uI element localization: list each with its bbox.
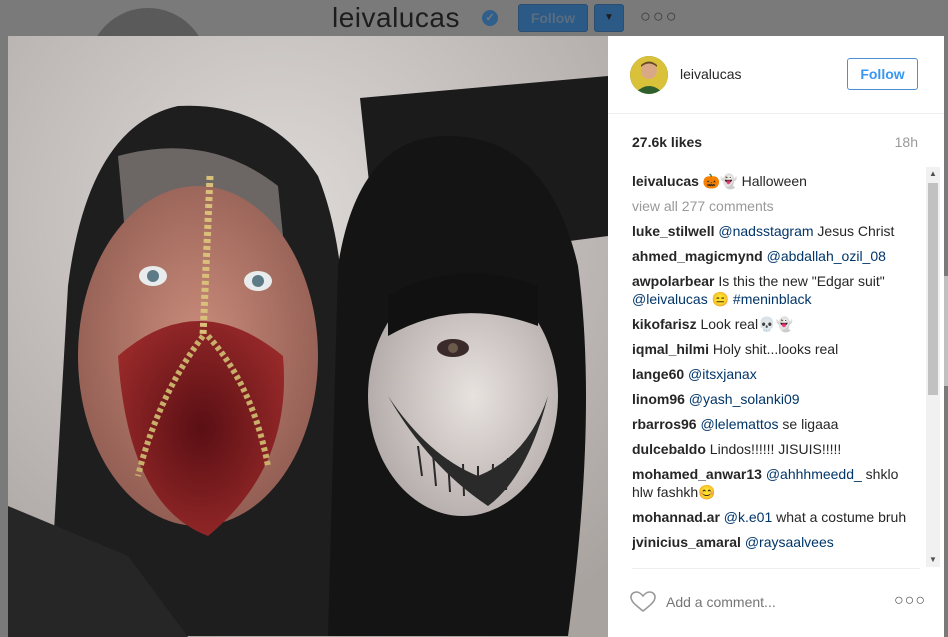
comment-user[interactable]: rbarros96 — [632, 416, 697, 432]
comment-text: Jesus Christ — [813, 223, 895, 239]
view-all-comments-link[interactable]: view all 277 comments — [632, 197, 922, 215]
comment-user[interactable]: lange60 — [632, 366, 684, 382]
comment-text: Look real💀👻 — [700, 316, 793, 332]
post-modal: leivalucas Follow 27.6k likes 18h leival… — [8, 36, 944, 637]
comment-text: Holy shit...looks real — [712, 341, 839, 357]
post-timestamp[interactable]: 18h — [895, 134, 918, 150]
comment-mention-link[interactable]: @yash_solanki09 — [689, 391, 800, 407]
caption-text: 🎃👻 Halloween — [702, 173, 807, 189]
comment-text: 😑 — [707, 291, 733, 307]
comment-user[interactable]: luke_stilwell — [632, 223, 714, 239]
comment-mention-link[interactable]: @leivalucas — [632, 291, 708, 307]
author-avatar[interactable] — [630, 56, 668, 94]
post-photo-image — [8, 36, 608, 637]
page-scrollbar[interactable] — [944, 36, 948, 637]
comment-user[interactable]: mohannad.ar — [632, 509, 720, 525]
comment-mention-link[interactable]: @abdallah_ozil_08 — [767, 248, 886, 264]
comment-user[interactable]: kikofarisz — [632, 316, 697, 332]
scroll-thumb[interactable] — [928, 183, 938, 395]
more-options-icon[interactable]: ○○○ — [894, 592, 926, 610]
comment-item: luke_stilwell @nadsstagram Jesus Christ — [632, 222, 922, 240]
comment-user[interactable]: dulcebaldo — [632, 441, 706, 457]
post-author-header: leivalucas Follow — [608, 36, 944, 114]
comments-scrollbar[interactable]: ▲ ▼ — [926, 167, 940, 567]
scroll-up-arrow-icon[interactable]: ▲ — [926, 167, 940, 181]
comments-list: leivalucas 🎃👻 Halloween view all 277 com… — [632, 172, 922, 567]
verified-badge-icon: ✓ — [482, 10, 498, 26]
post-photo[interactable] — [8, 36, 608, 637]
overlay-left-edge[interactable] — [0, 36, 8, 637]
comment-mention-link[interactable]: @lelemattos — [700, 416, 778, 432]
add-comment-input[interactable] — [666, 594, 876, 610]
comment-item: mohannad.ar @k.e01 what a costume bruh — [632, 508, 922, 526]
comment-text: Lindos!!!!!! JISUIS!!!!! — [709, 441, 842, 457]
comment-text: Is this the new "Edgar suit" — [718, 273, 885, 289]
comment-user[interactable]: iqmal_hilmi — [632, 341, 709, 357]
comment-item: jvinicius_amaral @raysaalvees — [632, 533, 922, 551]
profile-more-icon[interactable]: ○○○ — [640, 6, 679, 27]
comment-text: se ligaaa — [778, 416, 839, 432]
likes-count[interactable]: 27.6k likes — [632, 134, 702, 150]
comment-mention-link[interactable]: @ahhhmeedd_ — [766, 466, 862, 482]
comment-item: iqmal_hilmi Holy shit...looks real — [632, 340, 922, 358]
comment-user[interactable]: mohamed_anwar13 — [632, 466, 762, 482]
profile-username: leivalucas — [332, 2, 460, 33]
comment-user[interactable]: awpolarbear — [632, 273, 714, 289]
caption: leivalucas 🎃👻 Halloween — [632, 172, 922, 190]
comment-mention-link[interactable]: @k.e01 — [724, 509, 772, 525]
profile-dropdown-button[interactable]: ▼ — [594, 4, 624, 32]
follow-button[interactable]: Follow — [847, 58, 918, 90]
heart-icon[interactable] — [630, 591, 656, 613]
comment-user[interactable]: linom96 — [632, 391, 685, 407]
caption-user[interactable]: leivalucas — [632, 173, 699, 189]
comment-mention-link[interactable]: @itsxjanax — [688, 366, 757, 382]
comment-item: ahmed_magicmynd @abdallah_ozil_08 — [632, 247, 922, 265]
comment-user[interactable]: ahmed_magicmynd — [632, 248, 763, 264]
comment-user[interactable]: jvinicius_amaral — [632, 534, 741, 550]
comment-item: lange60 @itsxjanax — [632, 365, 922, 383]
comment-mention-link[interactable]: @raysaalvees — [745, 534, 834, 550]
comment-item: dulcebaldo Lindos!!!!!! JISUIS!!!!! — [632, 440, 922, 458]
comment-item: rbarros96 @lelemattos se ligaaa — [632, 415, 922, 433]
scroll-down-arrow-icon[interactable]: ▼ — [926, 553, 940, 567]
comment-text: what a costume bruh — [772, 509, 907, 525]
post-details-panel: leivalucas Follow 27.6k likes 18h leival… — [608, 36, 944, 637]
comment-item: awpolarbear Is this the new "Edgar suit"… — [632, 272, 922, 308]
comment-mention-link[interactable]: @nadsstagram — [718, 223, 813, 239]
comment-item: kikofarisz Look real💀👻 — [632, 315, 922, 333]
comment-item: mohamed_anwar13 @ahhhmeedd_ shklo hlw fa… — [632, 465, 922, 501]
comment-item: linom96 @yash_solanki09 — [632, 390, 922, 408]
profile-follow-button[interactable]: Follow — [518, 4, 588, 32]
author-username[interactable]: leivalucas — [680, 66, 741, 82]
divider — [632, 568, 920, 569]
comment-hashtag-link[interactable]: #meninblack — [733, 291, 812, 307]
